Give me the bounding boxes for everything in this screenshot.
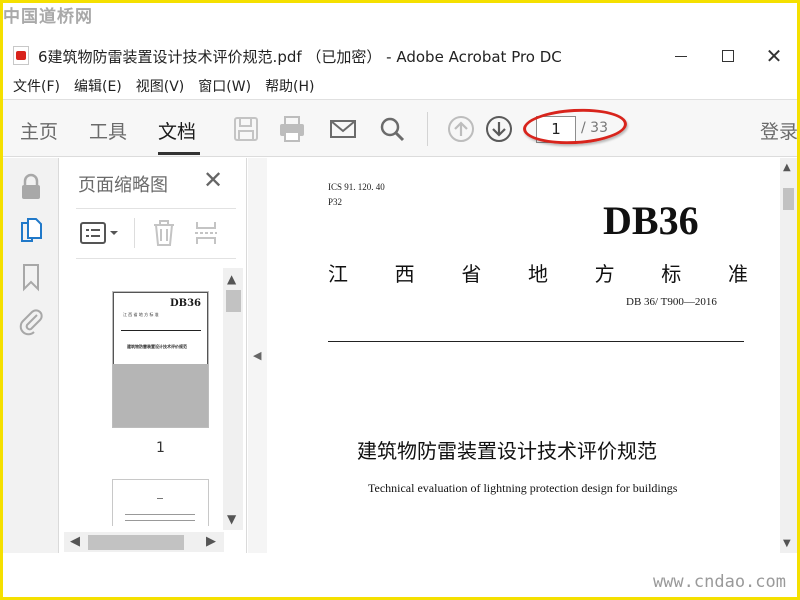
- menu-file[interactable]: 文件(F): [13, 76, 60, 96]
- panel-divider: [76, 258, 236, 259]
- prev-page-icon[interactable]: [446, 114, 476, 144]
- extract-pages-icon[interactable]: [192, 219, 220, 247]
- scroll-down-arrow-icon[interactable]: ▼: [783, 538, 791, 549]
- scroll-down-arrow-icon[interactable]: ▼: [227, 512, 236, 526]
- document-vertical-scrollbar[interactable]: ▲ ▼: [780, 158, 797, 553]
- scroll-up-arrow-icon[interactable]: ▲: [783, 162, 791, 173]
- standard-number: DB 36/ T900—2016: [626, 296, 717, 308]
- tab-home[interactable]: 主页: [20, 117, 58, 144]
- scroll-thumb[interactable]: [88, 535, 184, 550]
- thumb2-line: [125, 514, 195, 515]
- left-navigation-rail: [3, 158, 59, 553]
- scroll-left-arrow-icon[interactable]: ◀: [70, 534, 80, 549]
- thumbnail-list: DB36 江 西 省 地 方 标 准 建筑物防雷装置设计技术评价规范 1: [60, 266, 220, 526]
- save-icon[interactable]: [231, 114, 261, 144]
- collapse-arrow-icon[interactable]: ◀: [253, 349, 261, 362]
- thumbnail-page-number: 1: [156, 440, 165, 456]
- province-char: 方: [594, 262, 615, 286]
- header-rule: [328, 341, 744, 342]
- thumb2-heading: [157, 498, 163, 499]
- scroll-right-arrow-icon[interactable]: ▶: [206, 534, 216, 549]
- scroll-thumb[interactable]: [226, 290, 241, 312]
- province-standard-heading: 江 西 省 地 方 标 准: [328, 258, 748, 287]
- thumb-rule: [121, 330, 201, 331]
- panel-collapse-handle[interactable]: ◀: [248, 158, 267, 553]
- panel-divider: [76, 208, 236, 209]
- thumbnail-horizontal-scrollbar[interactable]: ◀ ▶: [64, 532, 224, 552]
- pages-icon[interactable]: [17, 216, 45, 246]
- print-icon[interactable]: [277, 114, 307, 144]
- province-char: 西: [394, 262, 415, 286]
- menu-view[interactable]: 视图(V): [136, 76, 185, 96]
- province-char: 地: [527, 262, 548, 286]
- search-icon[interactable]: [377, 114, 407, 144]
- maximize-button[interactable]: [705, 40, 751, 72]
- menu-bar: 文件(F) 编辑(E) 视图(V) 窗口(W) 帮助(H): [3, 74, 797, 98]
- title-bar: 6建筑物防雷装置设计技术评价规范.pdf （已加密） - Adobe Acrob…: [3, 40, 797, 72]
- thumb-province: 江 西 省 地 方 标 准: [123, 312, 159, 317]
- page-thumbnail-2[interactable]: [112, 479, 209, 526]
- menu-window[interactable]: 窗口(W): [198, 76, 251, 96]
- classification-code: P32: [328, 197, 343, 207]
- menu-edit[interactable]: 编辑(E): [74, 76, 122, 96]
- scroll-thumb[interactable]: [783, 188, 794, 210]
- thumb-title: 建筑物防雷装置设计技术评价规范: [127, 344, 187, 349]
- watermark-top: 中国道桥网: [3, 7, 93, 27]
- login-button[interactable]: 登录: [760, 117, 798, 144]
- province-char: 省: [461, 262, 482, 286]
- next-page-icon[interactable]: [484, 114, 514, 144]
- tab-tools[interactable]: 工具: [89, 117, 127, 144]
- thumb-lower-shading: [113, 364, 208, 427]
- panel-tools-separator: [134, 218, 135, 248]
- province-char: 标: [661, 262, 682, 286]
- attachment-icon[interactable]: [17, 306, 45, 336]
- province-char: 江: [328, 262, 348, 286]
- bookmark-icon[interactable]: [17, 262, 45, 292]
- trash-icon[interactable]: [150, 219, 178, 247]
- red-annotation-ellipse: [522, 106, 628, 147]
- lock-icon[interactable]: [17, 172, 45, 202]
- menu-help[interactable]: 帮助(H): [265, 76, 314, 96]
- province-char: 准: [727, 262, 748, 286]
- ics-code: ICS 91. 120. 40: [328, 182, 385, 192]
- thumb-db-code: DB36: [169, 298, 201, 309]
- panel-toolbar: [76, 218, 236, 248]
- mail-icon[interactable]: [328, 114, 358, 144]
- active-tab-indicator: [158, 152, 200, 155]
- document-page: ICS 91. 120. 40 P32 DB36 江 西 省 地 方 标 准 D…: [267, 158, 780, 553]
- thumb2-line: [125, 520, 195, 521]
- options-menu-icon[interactable]: [79, 220, 123, 246]
- window-title: 6建筑物防雷装置设计技术评价规范.pdf （已加密） - Adobe Acrob…: [38, 48, 562, 66]
- thumbnail-vertical-scrollbar[interactable]: ▲ ▼: [223, 268, 243, 530]
- tab-document[interactable]: 文档: [158, 117, 196, 144]
- watermark-bottom: www.cndao.com: [652, 572, 786, 592]
- scroll-up-arrow-icon[interactable]: ▲: [227, 272, 236, 286]
- toolbar-separator: [427, 112, 428, 146]
- close-window-button[interactable]: ✕: [751, 40, 797, 72]
- document-title-chinese: 建筑物防雷装置设计技术评价规范: [357, 439, 657, 463]
- page-thumbnail-1[interactable]: DB36 江 西 省 地 方 标 准 建筑物防雷装置设计技术评价规范: [112, 291, 209, 428]
- minimize-button[interactable]: [658, 40, 704, 72]
- panel-close-button[interactable]: ✕: [203, 168, 223, 192]
- pdf-file-icon: [13, 46, 29, 65]
- standard-code: DB36: [603, 198, 699, 243]
- panel-title: 页面缩略图: [78, 175, 168, 196]
- page-thumbnails-panel: 页面缩略图 ✕ DB36 江 西 省 地 方 标 准 建筑物防雷装置设计技术评价…: [60, 158, 247, 553]
- toolbar: 主页 工具 文档 1 / 33 登录: [3, 99, 798, 157]
- document-title-english: Technical evaluation of lightning protec…: [368, 481, 678, 495]
